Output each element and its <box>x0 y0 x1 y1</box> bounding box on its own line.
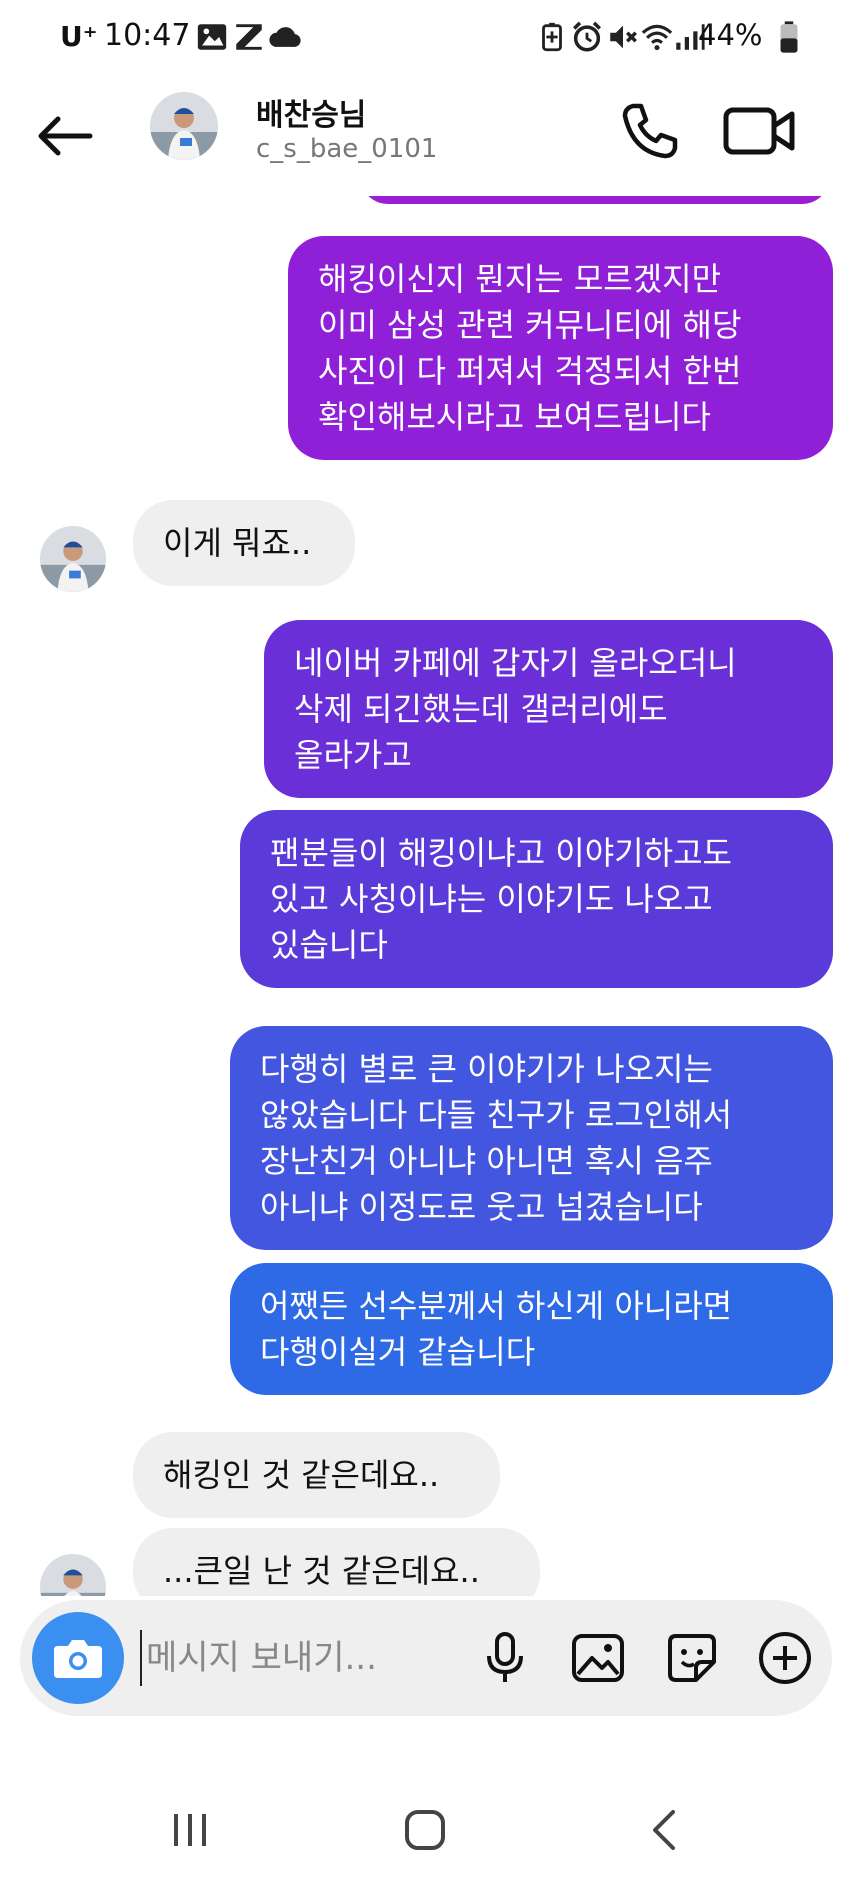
back-arrow-icon[interactable] <box>30 101 100 171</box>
wifi-icon <box>641 24 673 51</box>
battery-icon <box>780 21 798 53</box>
sender-avatar[interactable] <box>40 526 106 592</box>
phone-icon[interactable] <box>615 96 685 166</box>
profile-avatar[interactable] <box>150 92 218 160</box>
battery-level: 44% <box>698 18 763 52</box>
gallery-icon[interactable] <box>568 1628 628 1688</box>
gallery-icon <box>197 24 227 50</box>
message-bubble-incoming[interactable]: ...큰일 난 것 같은데요.. <box>133 1528 540 1596</box>
message-bubble-incoming[interactable]: 이게 뭐죠.. <box>133 500 355 586</box>
message-bubble-outgoing[interactable]: 해킹이신지 뭔지는 모르겠지만 이미 삼성 관련 커뮤니티에 해당 사진이 다 … <box>288 236 833 460</box>
mute-icon <box>610 25 638 49</box>
microphone-icon[interactable] <box>475 1628 535 1688</box>
message-bubble-outgoing[interactable]: 다행히 별로 큰 이야기가 나오지는 않았습니다 다들 친구가 로그인해서 장난… <box>230 1026 833 1250</box>
contact-name[interactable]: 배찬승님 <box>256 90 366 134</box>
home-icon[interactable] <box>395 1800 455 1860</box>
message-list[interactable]: 해킹이신지 뭔지는 모르겠지만 이미 삼성 관련 커뮤니티에 해당 사진이 다 … <box>0 196 850 1596</box>
cloud-icon <box>269 27 301 47</box>
message-bubble-outgoing[interactable]: 네이버 카페에 갑자기 올라오더니 삭제 되긴했는데 갤러리에도 올라가고 <box>264 620 833 798</box>
battery-saver-icon <box>542 22 562 52</box>
video-call-icon[interactable] <box>720 96 800 166</box>
system-navigation-bar <box>0 1770 850 1889</box>
message-input[interactable] <box>140 1630 420 1686</box>
alarm-icon <box>572 21 602 52</box>
camera-icon <box>54 1640 102 1678</box>
camera-button[interactable] <box>32 1612 124 1704</box>
carrier-label: U⁺ <box>60 20 98 53</box>
sticker-icon[interactable] <box>662 1628 722 1688</box>
message-composer <box>20 1600 832 1716</box>
sender-avatar[interactable] <box>40 1554 106 1596</box>
recent-apps-icon[interactable] <box>160 1800 220 1860</box>
message-bubble-outgoing[interactable]: 팬분들이 해킹이냐고 이야기하고도 있고 사칭이냐는 이야기도 나오고 있습니다 <box>240 810 833 988</box>
message-bubble-outgoing[interactable]: 어쨌든 선수분께서 하신게 아니라면 다행이실거 같습니다 <box>230 1263 833 1395</box>
message-bubble-incoming[interactable]: 해킹인 것 같은데요.. <box>133 1432 500 1518</box>
previous-message-bubble <box>360 196 830 204</box>
status-time: 10:47 <box>104 18 191 53</box>
z-app-icon <box>236 24 262 50</box>
status-bar: U⁺ 10:47 44% <box>0 0 850 76</box>
chat-header: 배찬승님 c_s_bae_0101 <box>0 76 850 196</box>
contact-username[interactable]: c_s_bae_0101 <box>256 134 437 164</box>
back-icon[interactable] <box>635 1800 695 1860</box>
add-icon[interactable] <box>755 1628 815 1688</box>
